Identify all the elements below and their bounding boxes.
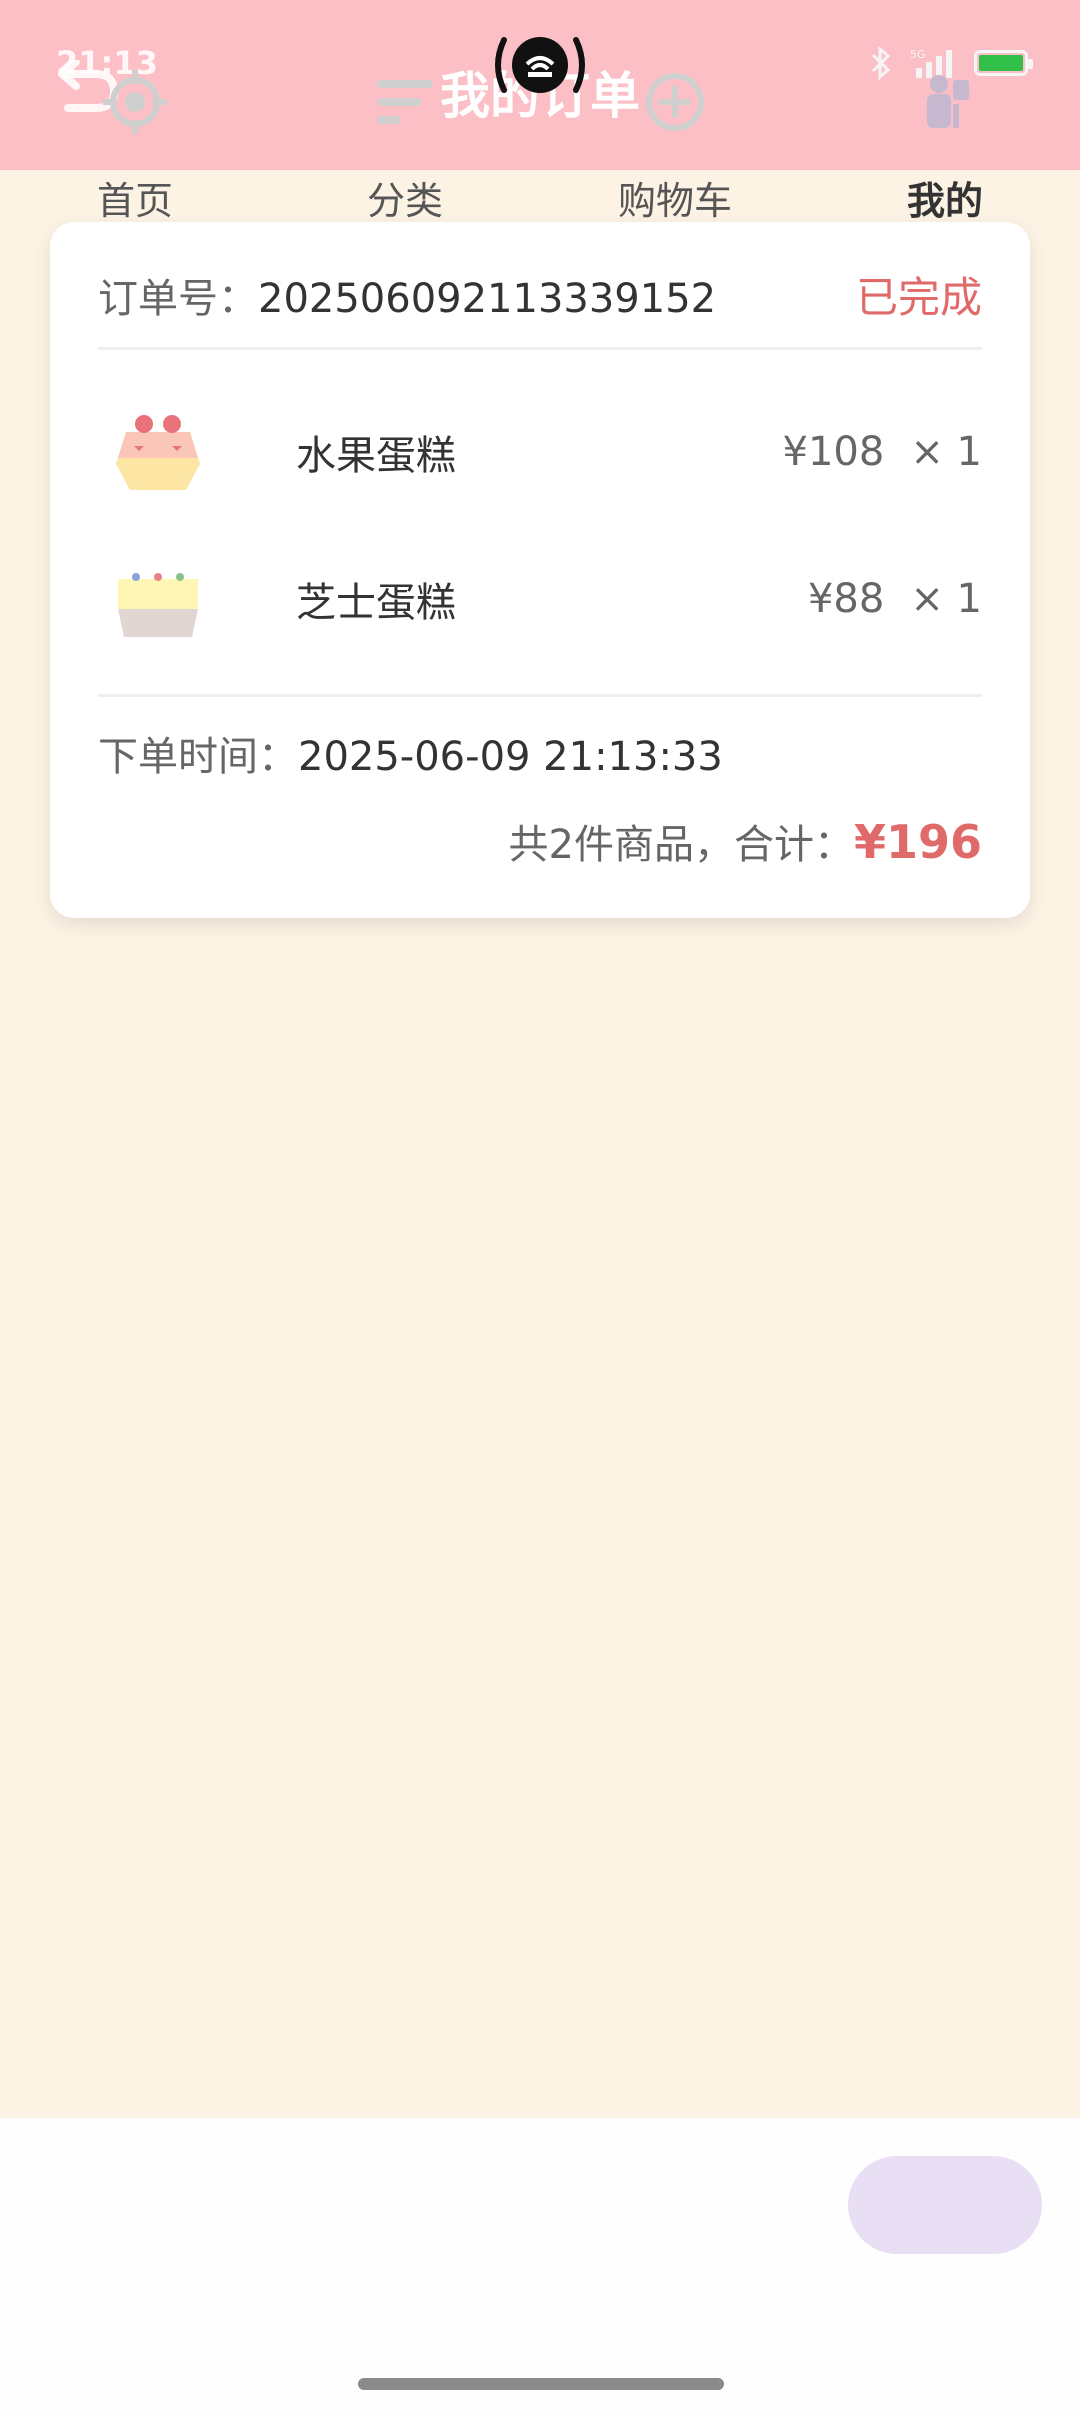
order-header: 订单号：202506092113339152 已完成: [98, 270, 982, 350]
tab-label: 我的: [906, 179, 983, 223]
item-name: 水果蛋糕: [296, 433, 456, 479]
list-icon: [377, 80, 433, 124]
tab-category[interactable]: 分类: [305, 40, 505, 240]
divider: [98, 694, 982, 697]
order-card[interactable]: 订单号：202506092113339152 已完成 水果蛋糕 ¥108 × 1…: [50, 222, 1030, 918]
order-item[interactable]: 水果蛋糕 ¥108 × 1: [98, 397, 982, 507]
person-icon: [927, 75, 969, 128]
order-number: 订单号：202506092113339152: [98, 266, 716, 324]
order-total-amount: ¥196: [853, 815, 982, 869]
order-number-value: 202506092113339152: [258, 275, 717, 322]
order-total: 共2件商品，合计： ¥196: [509, 812, 982, 870]
tab-label: 分类: [366, 179, 443, 223]
add-circle-icon: [646, 73, 704, 131]
tab-mine[interactable]: 我的: [845, 40, 1045, 240]
home-indicator[interactable]: [358, 2378, 724, 2390]
item-quantity: × 1: [910, 429, 982, 475]
tab-label: 首页: [96, 179, 173, 223]
item-price: ¥108: [782, 429, 885, 475]
item-quantity: × 1: [910, 576, 982, 622]
cheese-cake-image: [118, 573, 198, 637]
order-time-label: 下单时间：: [98, 734, 298, 780]
item-price: ¥88: [807, 576, 885, 622]
order-status: 已完成: [855, 273, 982, 322]
order-number-label: 订单号：: [98, 275, 258, 322]
fruit-cake-image: [116, 415, 200, 490]
tab-home[interactable]: 首页: [35, 40, 235, 240]
item-name: 芝士蛋糕: [296, 580, 456, 626]
active-tab-indicator: [848, 2156, 1042, 2254]
order-time-value: 2025-06-09 21:13:33: [298, 734, 723, 780]
compass-icon: [103, 70, 167, 134]
order-time: 下单时间：2025-06-09 21:13:33: [98, 724, 723, 782]
tab-label: 购物车: [617, 179, 732, 223]
order-summary-label: 共2件商品，合计：: [508, 822, 854, 868]
order-item[interactable]: 芝士蛋糕 ¥88 × 1: [98, 544, 982, 654]
tab-cart[interactable]: 购物车: [575, 40, 775, 240]
